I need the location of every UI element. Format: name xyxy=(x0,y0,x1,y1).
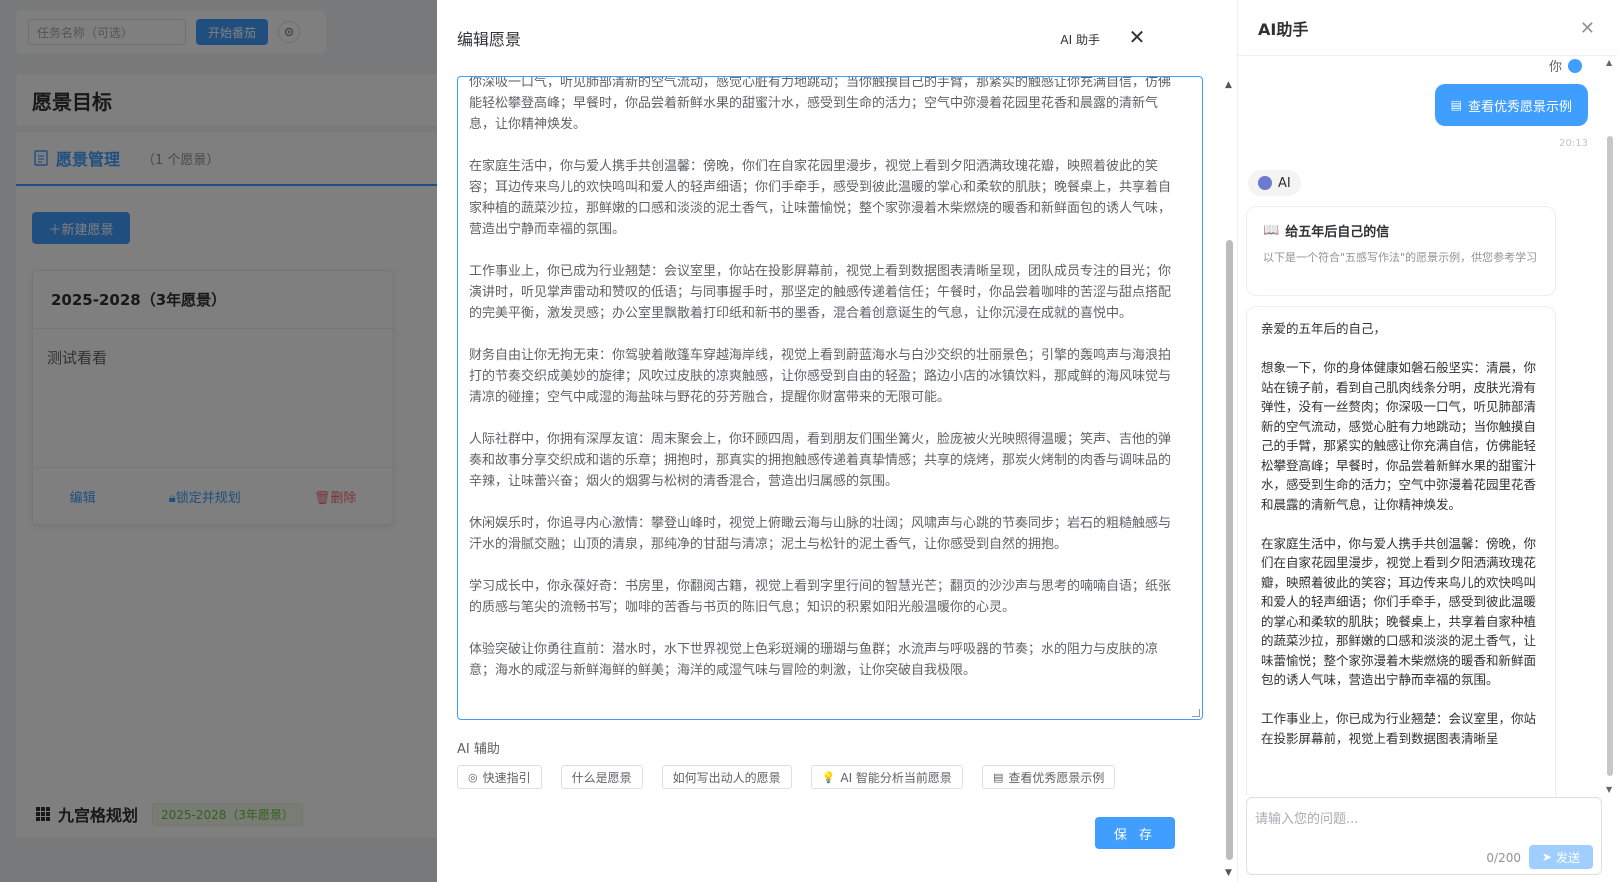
vision-text-content: 想象一下，你的身体健康如磐石般坚实：清晨，你站在镜子前，看到自己肌肉线条分明，皮… xyxy=(469,76,1183,702)
ai-message-paragraph: 想象一下，你的身体健康如磐石般坚实：清晨，你站在镜子前，看到自己肌肉线条分明，皮… xyxy=(1261,360,1537,512)
send-label: 发送 xyxy=(1556,850,1581,865)
example-title: 📖 给五年后自己的信 xyxy=(1263,221,1539,240)
ai-chip[interactable]: ◎ 快速指引 xyxy=(457,765,542,789)
ai-message-bubble: 亲爱的五年后的自己， 想象一下，你的身体健康如磐石般坚实：清晨，你站在镜子前，看到… xyxy=(1246,306,1556,796)
vision-paragraph: 想象一下，你的身体健康如磐石般坚实：清晨，你站在镜子前，看到自己肌肉线条分明，皮… xyxy=(469,76,1172,132)
save-button[interactable]: 保 存 xyxy=(1095,817,1175,849)
scroll-down-arrow-icon[interactable]: ▼ xyxy=(1225,868,1232,878)
ai-chip[interactable]: 什么是愿景 xyxy=(560,765,643,789)
ai-chip[interactable]: 💡 AI 智能分析当前愿景 xyxy=(810,765,963,789)
ai-chip-label: 什么是愿景 xyxy=(571,770,632,785)
chat-scrollbar[interactable]: ▲ ▼ xyxy=(1604,56,1616,796)
ai-chip-label: 查看优秀愿景示例 xyxy=(1008,770,1105,785)
scrollbar-thumb[interactable] xyxy=(1607,136,1613,776)
ai-chip-label: 如何写出动人的愿景 xyxy=(672,770,781,785)
message-timestamp: 20:13 xyxy=(1559,138,1588,149)
example-subtitle: 以下是一个符合"五感写作法"的愿景示例，供您参考学习 xyxy=(1263,251,1538,264)
resize-handle[interactable] xyxy=(1192,709,1200,717)
scrollbar-thumb[interactable] xyxy=(1226,240,1233,860)
ai-message-paragraph: 亲爱的五年后的自己， xyxy=(1261,321,1387,336)
drawer-scrollbar[interactable]: ▲ ▼ xyxy=(1223,78,1235,882)
user-avatar xyxy=(1568,58,1582,73)
vision-paragraph: 体验突破让你勇往直前：潜水时，水下世界视觉上色彩斑斓的珊瑚与鱼群；水流声与呼吸器… xyxy=(469,642,1159,678)
document-icon: ▤ xyxy=(1450,98,1462,112)
user-message-text: 查看优秀愿景示例 xyxy=(1467,99,1572,115)
vision-paragraph: 在家庭生活中，你与爱人携手共创温馨：傍晚，你们在自家花园里漫步，视觉上看到夕阳洒… xyxy=(469,159,1172,237)
book-icon: 📖 xyxy=(1263,223,1280,238)
example-title-text: 给五年后自己的信 xyxy=(1285,225,1390,240)
ai-message-paragraph: 在家庭生活中，你与爱人携手共创温馨：傍晚，你们在自家花园里漫步，视觉上看到夕阳洒… xyxy=(1261,535,1537,688)
vision-paragraph: 财务自由让你无拘无束：你驾驶着敞篷车穿越海岸线，视觉上看到蔚蓝海水与白沙交织的壮… xyxy=(469,348,1172,405)
vision-paragraph: 休闲娱乐时，你追寻内心激情：攀登山峰时，视觉上俯瞰云海与山脉的壮阔；风啸声与心跳… xyxy=(469,516,1172,552)
scroll-up-arrow-icon[interactable]: ▲ xyxy=(1606,58,1612,67)
user-name: 你 xyxy=(1548,60,1562,75)
vision-paragraph: 工作事业上，你已成为行业翘楚：会议室里，你站在投影屏幕前，视觉上看到数据图表清晰… xyxy=(469,264,1172,321)
ai-name: AI xyxy=(1278,175,1291,191)
edit-vision-drawer: 编辑愿景 AI 助手 ✕ 想象一下，你的身体健康如磐石般坚实：清晨，你站在镜子前… xyxy=(437,0,1237,882)
vision-paragraph: 人际社群中，你拥有深厚友谊：周末聚会上，你环顾四周，看到朋友们围坐篝火，脸庞被火… xyxy=(469,432,1172,489)
drawer-header: 编辑愿景 AI 助手 ✕ xyxy=(437,0,1237,76)
send-icon: ➤ xyxy=(1541,850,1553,864)
ai-panel-header: AI助手 ✕ xyxy=(1238,0,1617,56)
ai-chip-label: AI 智能分析当前愿景 xyxy=(840,770,952,785)
ai-panel-title: AI助手 xyxy=(1258,19,1309,39)
question-input[interactable]: 请输入您的问题... 0/200 ➤ 发送 xyxy=(1246,797,1602,875)
drawer-title: 编辑愿景 xyxy=(457,30,522,49)
ai-chip[interactable]: 如何写出动人的愿景 xyxy=(661,765,792,789)
scroll-down-arrow-icon[interactable]: ▼ xyxy=(1606,785,1612,794)
user-label: 你 xyxy=(1549,56,1582,75)
scroll-up-arrow-icon[interactable]: ▲ xyxy=(1225,80,1232,90)
vision-paragraph: 学习成长中，你永葆好奇：书房里，你翻阅古籍，视觉上看到字里行间的智慧光芒；翻页的… xyxy=(469,579,1172,615)
chat-messages: 你 ▤ 查看优秀愿景示例 20:13 AI 📖 给五年后自己的信 以下是一个符合… xyxy=(1238,56,1604,796)
ai-assistant-panel: AI助手 ✕ 你 ▤ 查看优秀愿景示例 20:13 AI 📖 给五年后自己的信 … xyxy=(1237,0,1617,882)
close-icon[interactable]: ✕ xyxy=(1580,18,1595,39)
ai-avatar xyxy=(1258,176,1272,190)
send-button[interactable]: ➤ 发送 xyxy=(1529,845,1593,869)
ai-assistant-toggle[interactable]: AI 助手 xyxy=(1060,31,1100,48)
example-header-card: 📖 给五年后自己的信 以下是一个符合"五感写作法"的愿景示例，供您参考学习 xyxy=(1246,206,1556,296)
bulb-icon: 💡 xyxy=(821,770,836,784)
ai-assist-label: AI 辅助 xyxy=(457,742,500,757)
target-icon: ◎ xyxy=(468,770,478,784)
user-message-bubble: ▤ 查看优秀愿景示例 xyxy=(1434,84,1588,126)
ai-chip-label: 快速指引 xyxy=(482,770,531,785)
document-icon: ▤ xyxy=(992,770,1004,784)
close-icon[interactable]: ✕ xyxy=(1127,27,1147,47)
ai-chip[interactable]: ▤ 查看优秀愿景示例 xyxy=(981,765,1116,789)
input-placeholder: 请输入您的问题... xyxy=(1255,812,1359,827)
ai-assist-chips: ◎ 快速指引 什么是愿景 如何写出动人的愿景 💡 AI 智能分析当前愿景 ▤ 查看优秀愿景示例 xyxy=(457,765,1116,789)
ai-label: AI xyxy=(1248,170,1301,196)
char-counter: 0/200 xyxy=(1486,851,1521,865)
ai-message-paragraph: 工作事业上，你已成为行业翘楚：会议室里，你站在投影屏幕前，视觉上看到数据图表清晰… xyxy=(1261,711,1537,746)
vision-textarea[interactable]: 想象一下，你的身体健康如磐石般坚实：清晨，你站在镜子前，看到自己肌肉线条分明，皮… xyxy=(457,76,1203,720)
